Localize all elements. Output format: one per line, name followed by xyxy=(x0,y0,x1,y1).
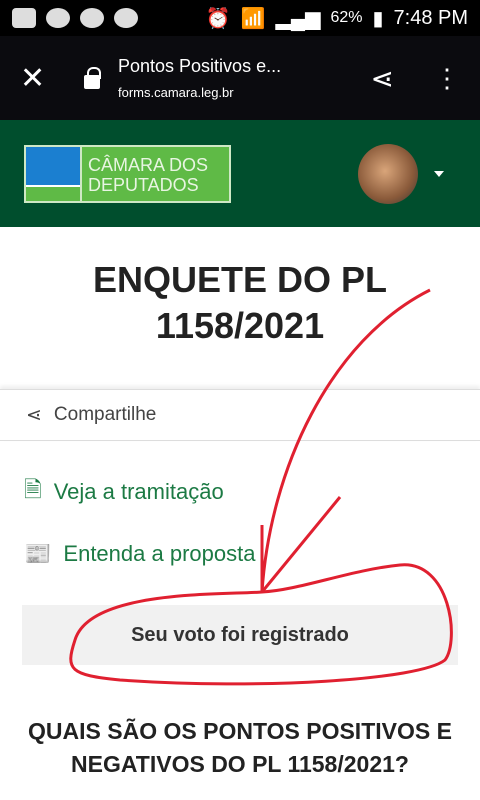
link-label: Veja a tramitação xyxy=(53,479,224,504)
share-icon[interactable]: ⋖ xyxy=(371,62,394,95)
status-bar: ⏰ 📶 ▂▄▆ 62% ▮ 7:48 PM xyxy=(0,0,480,36)
newspaper-icon: 📰 xyxy=(24,541,52,566)
document-icon: 🗎 xyxy=(24,477,42,502)
battery-icon: ▮ xyxy=(372,7,384,30)
logo-mark xyxy=(26,146,82,201)
signal-icon: ▂▄▆ xyxy=(275,7,321,30)
avatar[interactable] xyxy=(358,143,418,204)
share-icon: ⋖ xyxy=(26,404,42,426)
logo-text: DEPUTADOS xyxy=(88,174,199,195)
clock: 7:48 PM xyxy=(393,6,468,29)
caret-down-icon[interactable] xyxy=(434,170,444,177)
proposta-link[interactable]: 📰 Entenda a proposta xyxy=(24,541,480,567)
url-bar[interactable]: Pontos Positivos e... forms.camara.leg.b… xyxy=(118,56,371,100)
page-url: forms.camara.leg.br xyxy=(118,85,234,100)
logo-text: CÂMARA DOS xyxy=(88,154,209,175)
camara-logo[interactable]: CÂMARA DOS DEPUTADOS xyxy=(24,144,231,203)
battery-percent: 62% xyxy=(330,9,363,26)
tramitacao-link[interactable]: 🗎 Veja a tramitação xyxy=(24,473,480,511)
user-menu[interactable] xyxy=(358,143,444,204)
site-header: CÂMARA DOS DEPUTADOS xyxy=(0,120,480,227)
close-icon[interactable]: ✕ xyxy=(20,61,70,96)
message-notification-icon xyxy=(12,8,36,28)
app-notification-icon xyxy=(46,8,70,28)
question-heading: QUAIS SÃO OS PONTOS POSITIVOS E NEGATIVO… xyxy=(28,718,452,777)
more-options-icon[interactable]: ⋮ xyxy=(434,63,460,94)
share-label: Compartilhe xyxy=(53,404,157,425)
app-notification-icon xyxy=(80,8,104,28)
lock-icon xyxy=(84,67,101,89)
browser-toolbar: ✕ Pontos Positivos e... forms.camara.leg… xyxy=(0,36,480,120)
poll-title: ENQUETE DO PL 1158/2021 xyxy=(92,259,388,346)
page-title: Pontos Positivos e... xyxy=(118,56,282,76)
vote-confirmation: Seu voto foi registrado xyxy=(22,605,458,665)
link-label: Entenda a proposta xyxy=(63,541,256,566)
share-button[interactable]: ⋖ Compartilhe xyxy=(0,389,480,441)
alarm-icon: ⏰ xyxy=(205,7,231,30)
wifi-icon: 📶 xyxy=(240,7,266,30)
app-notification-icon xyxy=(114,8,138,28)
